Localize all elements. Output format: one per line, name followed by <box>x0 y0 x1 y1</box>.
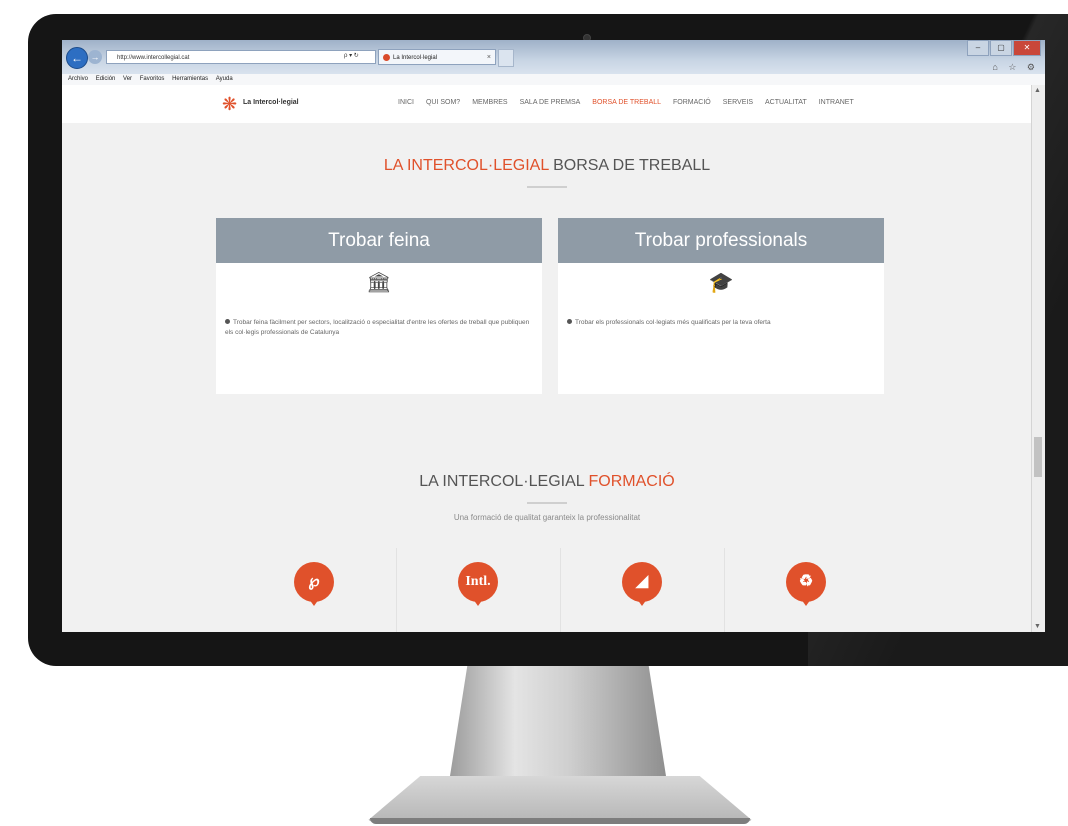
bank-icon: 🏛 <box>366 272 392 294</box>
intl-icon[interactable]: Intl. <box>458 562 498 606</box>
browser-titlebar: ← → http://www.intercollegial.cat ρ ▾ ↻ … <box>62 40 1045 74</box>
formacio-section-title: LA INTERCOL·LEGIAL FORMACIÓ <box>62 473 1032 491</box>
back-arrow-icon[interactable]: ← <box>66 47 88 69</box>
nav-item-membres[interactable]: MEMBRES <box>472 99 507 106</box>
tab-title: La Intercol·legial <box>393 55 438 61</box>
pin-icon[interactable]: ℘ <box>294 562 334 606</box>
nav-item-inici[interactable]: INICI <box>398 99 414 106</box>
monitor-base <box>366 776 754 822</box>
nav-item-sala-de-premsa[interactable]: SALA DE PREMSA <box>520 99 581 106</box>
borsa-title-accent: LA INTERCOL·LEGIAL <box>383 157 549 174</box>
logo-text[interactable]: La Intercol·legial <box>243 99 299 106</box>
formacio-item[interactable]: Intl. <box>396 548 561 632</box>
minimize-button[interactable]: – <box>967 40 989 56</box>
maximize-button[interactable]: ▢ <box>990 40 1012 56</box>
nav-item-borsa-de-treball[interactable]: BORSA DE TREBALL <box>592 99 661 106</box>
monitor-base-edge <box>370 818 750 824</box>
menu-item-favoritos[interactable]: Favoritos <box>140 76 165 82</box>
recycle-icon[interactable]: ♻ <box>786 562 826 606</box>
nav-item-actualitat[interactable]: ACTUALITAT <box>765 99 807 106</box>
window-controls: – ▢ ✕ <box>966 40 1041 56</box>
chart-icon[interactable]: ◢ <box>622 562 662 606</box>
toolbar-icons[interactable]: ⌂ ☆ ⚙ <box>992 62 1039 73</box>
nav-item-intranet[interactable]: INTRANET <box>819 99 854 106</box>
new-tab-button[interactable] <box>498 49 514 67</box>
menu-item-ver[interactable]: Ver <box>123 76 132 82</box>
formacio-title-accent: FORMACIÓ <box>588 473 675 490</box>
card-heading[interactable]: Trobar professionals <box>558 218 884 263</box>
web-page: ❋ La Intercol·legial INICI QUI SOM? MEMB… <box>62 85 1032 632</box>
card-description-text: Trobar els professionals col·legiats més… <box>575 319 771 326</box>
scrollbar-thumb[interactable] <box>1034 437 1042 477</box>
card-description: Trobar els professionals col·legiats més… <box>567 318 875 328</box>
nav-item-qui-som[interactable]: QUI SOM? <box>426 99 460 106</box>
close-window-button[interactable]: ✕ <box>1013 40 1041 56</box>
card-trobar-professionals[interactable]: Trobar professionals 🎓 Trobar els profes… <box>558 218 884 394</box>
bullet-icon <box>225 319 230 324</box>
menu-item-ayuda[interactable]: Ayuda <box>216 76 233 82</box>
card-description: Trobar feina fàcilment per sectors, loca… <box>225 318 533 338</box>
formacio-item[interactable]: ♻ <box>724 548 888 632</box>
bullet-icon <box>567 319 572 324</box>
screen: ← → http://www.intercollegial.cat ρ ▾ ↻ … <box>62 40 1045 632</box>
borsa-title-underline <box>527 186 567 188</box>
scroll-down-icon[interactable]: ▼ <box>1034 623 1041 630</box>
formacio-columns: ℘ Intl. ◢ ♻ <box>232 548 890 632</box>
graduation-cap-icon: 🎓 <box>708 272 734 294</box>
forward-arrow-icon[interactable]: → <box>88 50 102 64</box>
formacio-title-underline <box>527 502 567 504</box>
card-heading[interactable]: Trobar feina <box>216 218 542 263</box>
card-trobar-feina[interactable]: Trobar feina 🏛 Trobar feina fàcilment pe… <box>216 218 542 394</box>
scrollbar[interactable]: ▲ ▼ <box>1031 85 1045 632</box>
favicon-icon <box>383 54 390 61</box>
site-navbar: ❋ La Intercol·legial INICI QUI SOM? MEMB… <box>62 85 1032 123</box>
borsa-title-rest: BORSA DE TREBALL <box>548 157 711 174</box>
menu-item-archivo[interactable]: Archivo <box>68 76 88 82</box>
browser-tab[interactable]: La Intercol·legial × <box>378 49 496 65</box>
monitor-stand <box>450 666 666 776</box>
card-description-text: Trobar feina fàcilment per sectors, loca… <box>225 319 530 336</box>
address-bar[interactable]: http://www.intercollegial.cat <box>106 50 376 64</box>
nav-menu: INICI QUI SOM? MEMBRES SALA DE PREMSA BO… <box>398 99 866 106</box>
nav-item-serveis[interactable]: SERVEIS <box>723 99 753 106</box>
scroll-up-icon[interactable]: ▲ <box>1034 87 1041 94</box>
close-tab-icon[interactable]: × <box>487 50 491 66</box>
formacio-item[interactable]: ℘ <box>232 548 397 632</box>
address-controls[interactable]: ρ ▾ ↻ <box>344 52 359 59</box>
borsa-section-title: LA INTERCOL·LEGIAL BORSA DE TREBALL <box>62 157 1032 175</box>
formacio-title-prefix: LA INTERCOL·LEGIAL <box>419 473 589 490</box>
logo-icon[interactable]: ❋ <box>222 95 240 113</box>
formacio-subtitle: Una formació de qualitat garanteix la pr… <box>453 513 641 522</box>
nav-item-formacio[interactable]: FORMACIÓ <box>673 99 711 106</box>
menu-item-herramientas[interactable]: Herramientas <box>172 76 208 82</box>
formacio-item[interactable]: ◢ <box>560 548 725 632</box>
menu-item-edicion[interactable]: Edición <box>96 76 116 82</box>
